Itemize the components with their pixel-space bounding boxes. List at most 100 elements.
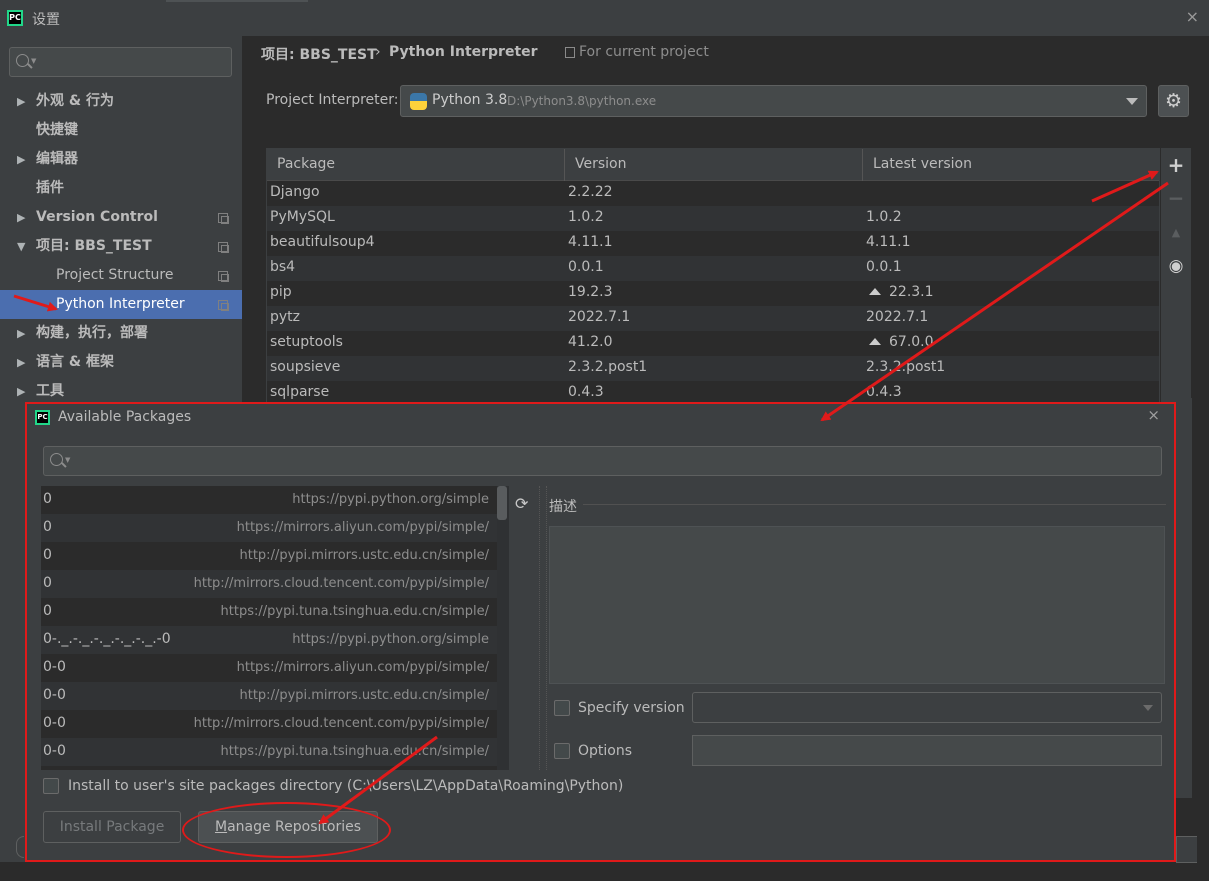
dialog-button-edge[interactable]	[1176, 836, 1197, 863]
sidebar-item[interactable]: ▶ 语言 & 框架	[0, 348, 242, 377]
table-row[interactable]: bs4 0.0.1 0.0.1	[267, 256, 1159, 281]
table-row[interactable]: beautifulsoup4 4.11.1 4.11.1	[267, 231, 1159, 256]
settings-search-input[interactable]: ▼	[9, 47, 232, 77]
chevron-down-icon[interactable]: ▼	[17, 232, 25, 261]
description-area	[549, 526, 1165, 684]
options-label: Options	[578, 743, 633, 759]
python-logo-icon	[410, 93, 427, 110]
package-latest-version-cell: 0.0.1	[866, 259, 902, 275]
remove-package-button[interactable]: −	[1161, 186, 1191, 210]
chevron-right-icon[interactable]: ▶	[17, 203, 25, 232]
breadcrumb-project[interactable]: 项目: BBS_TEST	[261, 44, 377, 64]
options-checkbox[interactable]	[554, 743, 570, 759]
show-early-releases-eye-icon[interactable]: ◉	[1161, 256, 1191, 276]
list-item[interactable]: 0-0 https://mirrors.aliyun.com/pypi/simpl…	[41, 654, 509, 682]
sidebar-item[interactable]: ▶ 编辑器	[0, 145, 242, 174]
interpreter-name: Python 3.8	[432, 92, 508, 108]
list-item[interactable]: 0 https://pypi.tuna.tsinghua.edu.cn/simpl…	[41, 598, 509, 626]
sidebar-item[interactable]: ▶ Version Control	[0, 203, 242, 232]
gear-icon: ⚙	[1164, 90, 1183, 112]
sidebar-item[interactable]: ▼ 项目: BBS_TEST	[0, 232, 242, 261]
list-item[interactable]: 0-._.-._.-._.-._.-._.-0 https://pypi.pyth…	[41, 626, 509, 654]
sidebar-item[interactable]: Python Interpreter	[0, 290, 242, 319]
repository-url: http://mirrors.cloud.tencent.com/pypi/si…	[193, 576, 489, 591]
install-package-button[interactable]: Install Package	[43, 811, 181, 843]
sidebar-item[interactable]: 插件	[0, 174, 242, 203]
package-name: Django	[270, 184, 320, 200]
package-list-scrollbar[interactable]	[497, 486, 509, 770]
dialog-title: Available Packages	[58, 409, 192, 425]
sidebar-item-label: 外观 & 行为	[36, 93, 114, 109]
sidebar-item[interactable]: Project Structure	[0, 261, 242, 290]
tab-indicator	[166, 0, 308, 2]
list-item[interactable]: 0 https://mirrors.aliyun.com/pypi/simple/	[41, 514, 509, 542]
project-scope-icon	[218, 213, 229, 224]
add-package-button[interactable]: +	[1161, 153, 1191, 177]
package-name: 0	[43, 547, 52, 563]
column-divider	[862, 149, 863, 181]
table-row[interactable]: PyMySQL 1.0.2 1.0.2	[267, 206, 1159, 231]
package-name: 0	[43, 519, 52, 535]
breadcrumb-page-title: Python Interpreter	[389, 44, 538, 60]
column-header-latest-version[interactable]: Latest version	[873, 156, 972, 172]
table-row[interactable]: pip 19.2.3 22.3.1	[267, 281, 1159, 306]
chevron-right-icon[interactable]: ▶	[17, 348, 25, 377]
splitter-handle[interactable]	[539, 486, 547, 770]
chevron-right-icon[interactable]: ▶	[17, 87, 25, 116]
scrollbar-thumb[interactable]	[497, 486, 507, 520]
package-name: 0-0	[43, 743, 66, 759]
specify-version-checkbox[interactable]	[554, 700, 570, 716]
column-header-package[interactable]: Package	[277, 156, 335, 172]
version-select[interactable]	[692, 692, 1162, 723]
close-icon[interactable]: ×	[1147, 406, 1160, 424]
package-version: 0.4.3	[568, 384, 604, 400]
sidebar-item-label: Python Interpreter	[56, 296, 185, 312]
sidebar-item[interactable]: ▶ 构建，执行，部署	[0, 319, 242, 348]
upgrade-available-icon	[869, 288, 881, 295]
sidebar-item[interactable]: 快捷键	[0, 116, 242, 145]
list-item[interactable]: 0-0 http://mirrors.cloud.tencent.com/pypi…	[41, 710, 509, 738]
package-search-input[interactable]: ▼	[43, 446, 1162, 476]
package-name: 0-0	[43, 715, 66, 731]
list-item[interactable]: 0 http://pypi.mirrors.ustc.edu.cn/simple/	[41, 542, 509, 570]
package-latest-version: 2022.7.1	[866, 309, 929, 325]
chevron-down-icon	[1126, 98, 1138, 105]
upgrade-available-icon	[869, 338, 881, 345]
interpreter-settings-button[interactable]: ⚙	[1158, 85, 1189, 117]
table-row[interactable]: Django 2.2.22	[267, 181, 1159, 206]
package-latest-version-cell: 0.4.3	[866, 384, 902, 400]
table-row[interactable]: pytz 2022.7.1 2022.7.1	[267, 306, 1159, 331]
table-row[interactable]: soupsieve 2.3.2.post1 2.3.2.post1	[267, 356, 1159, 381]
list-item[interactable]: 0 https://pypi.python.org/simple	[41, 486, 509, 514]
repository-url: https://pypi.tuna.tsinghua.edu.cn/simple…	[220, 744, 489, 759]
package-version: 41.2.0	[568, 334, 613, 350]
chevron-right-icon[interactable]: ▶	[17, 319, 25, 348]
list-item[interactable]: 0-0 https://pypi.tuna.tsinghua.edu.cn/sim…	[41, 738, 509, 766]
list-item[interactable]: 0 http://mirrors.cloud.tencent.com/pypi/s…	[41, 570, 509, 598]
annotation-ellipse	[182, 802, 391, 858]
package-name: sqlparse	[270, 384, 330, 400]
project-scope-icon	[218, 300, 229, 311]
help-button-edge[interactable]	[16, 836, 24, 858]
package-name: soupsieve	[270, 359, 341, 375]
close-icon[interactable]: ×	[1186, 7, 1199, 26]
packages-table: Package Version Latest version Django 2.2…	[266, 148, 1160, 408]
options-input[interactable]	[692, 735, 1162, 766]
project-interpreter-select[interactable]: Python 3.8 D:\Python3.8\python.exe	[400, 85, 1147, 117]
project-interpreter-label: Project Interpreter:	[266, 92, 399, 108]
available-packages-dialog: PC Available Packages × ▼ 0 https://pypi.…	[25, 402, 1176, 862]
list-item[interactable]: 0-0 http://pypi.mirrors.ustc.edu.cn/simpl…	[41, 682, 509, 710]
package-name: bs4	[270, 259, 296, 275]
sidebar-item[interactable]: ▶ 外观 & 行为	[0, 87, 242, 116]
column-header-version[interactable]: Version	[575, 156, 626, 172]
table-row[interactable]: setuptools 41.2.0 67.0.0	[267, 331, 1159, 356]
package-latest-version: 4.11.1	[866, 234, 911, 250]
package-name: 0	[43, 603, 52, 619]
search-icon	[16, 54, 29, 67]
chevron-right-icon[interactable]: ▶	[17, 145, 25, 174]
install-user-site-checkbox[interactable]	[43, 778, 59, 794]
breadcrumb-separator: ›	[375, 44, 381, 60]
upgrade-package-button[interactable]: ▲	[1161, 226, 1191, 239]
refresh-icon[interactable]: ⟳	[515, 494, 528, 513]
package-latest-version-cell: 2022.7.1	[866, 309, 928, 325]
